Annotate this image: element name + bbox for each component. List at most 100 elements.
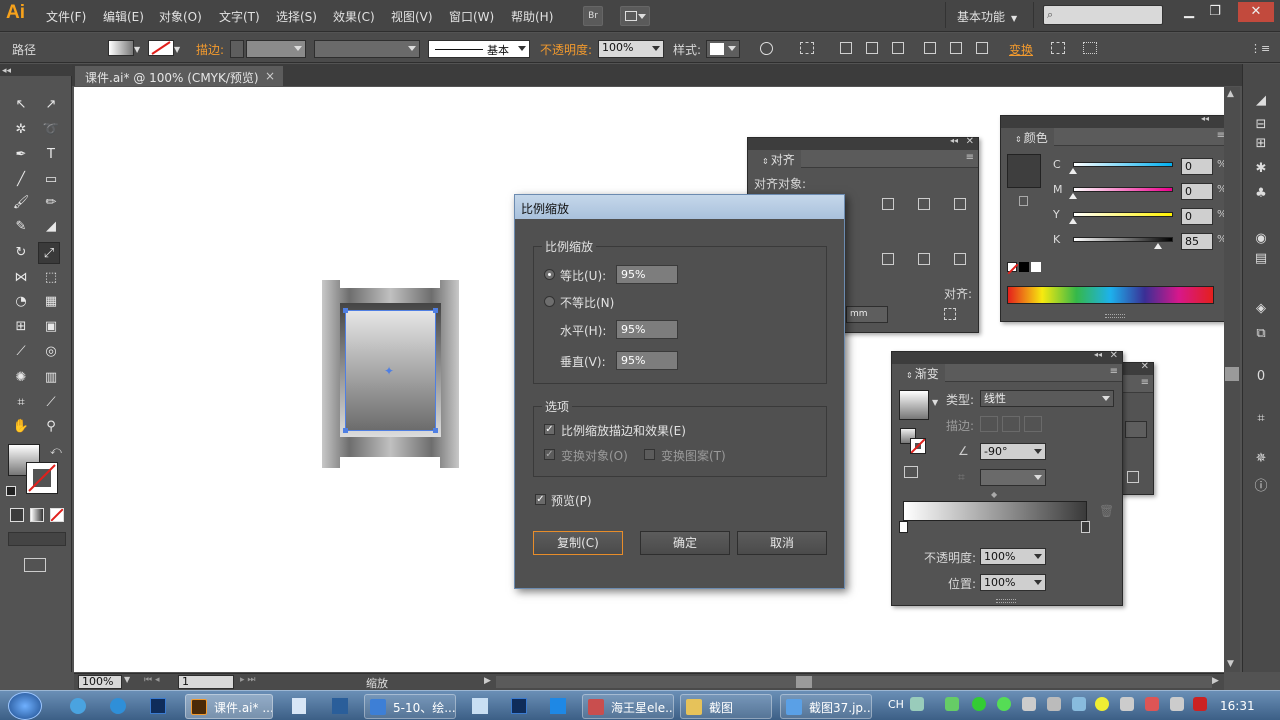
task-spreadsheet[interactable]: 海王星ele...: [582, 694, 674, 719]
photoshop-task-icon[interactable]: [511, 698, 527, 714]
lasso-tool-icon[interactable]: ➰: [40, 119, 62, 141]
default-fill-stroke-icon[interactable]: [6, 486, 16, 496]
hand-tool-icon[interactable]: ✋: [10, 416, 32, 438]
selection-tool-icon[interactable]: ↖: [10, 94, 32, 116]
delete-stop-icon[interactable]: 🗑: [1099, 504, 1114, 518]
gradient-slider[interactable]: [903, 501, 1087, 521]
info-panel-icon[interactable]: ⊟: [1252, 116, 1270, 134]
drawing-mode-buttons[interactable]: [8, 532, 66, 546]
next-artboard-icon[interactable]: ▸ ⏭: [240, 675, 255, 685]
channel-value-field[interactable]: 85: [1181, 233, 1213, 250]
channel-slider-thumb[interactable]: [1069, 218, 1077, 224]
plus-tray-icon[interactable]: [1095, 697, 1109, 711]
flag-tray-icon[interactable]: [1145, 697, 1159, 711]
tray-icon[interactable]: [1072, 697, 1086, 711]
align-middle-icon[interactable]: [950, 42, 962, 54]
opacity-dropdown[interactable]: 100%: [598, 40, 664, 58]
distribute-right-icon[interactable]: [954, 253, 966, 265]
chat-tray-icon[interactable]: [972, 697, 986, 711]
type-tool-icon[interactable]: T: [40, 144, 62, 166]
panel-menu-icon[interactable]: ≡: [966, 152, 974, 163]
gradient-preview-swatch[interactable]: [899, 390, 929, 420]
transform-panel-icon[interactable]: ⌗: [1252, 410, 1270, 428]
start-button[interactable]: [8, 692, 42, 720]
quicklaunch-icon[interactable]: [332, 698, 348, 714]
menu-view[interactable]: 视图(V): [391, 8, 433, 25]
gradient-position-field[interactable]: 100%: [980, 574, 1046, 591]
gradient-stop-end[interactable]: [1081, 521, 1090, 533]
clock[interactable]: 16:31: [1220, 699, 1255, 713]
close-window-button[interactable]: ✕: [1238, 2, 1274, 22]
volume-tray-icon[interactable]: [1170, 697, 1184, 711]
document-info-icon[interactable]: ⓘ: [1252, 478, 1270, 496]
panel-menu-icon[interactable]: ≡: [1110, 366, 1118, 377]
control-bar-menu-icon[interactable]: ⋮≡: [1250, 42, 1270, 55]
swatches-icon[interactable]: ⊞: [1252, 135, 1270, 153]
channel-slider-thumb[interactable]: [1069, 193, 1077, 199]
chat-tray-icon[interactable]: [997, 697, 1011, 711]
menu-effect[interactable]: 效果(C): [333, 8, 375, 25]
collapse-icon[interactable]: ◂◂: [950, 136, 958, 145]
spacing-field[interactable]: mm: [846, 306, 888, 323]
battery-tray-icon[interactable]: [945, 697, 959, 711]
align-to-icon[interactable]: [800, 42, 814, 54]
stroke-weight-dropdown[interactable]: [246, 40, 306, 58]
adobe-tray-icon[interactable]: [1193, 697, 1207, 711]
stroke-across-icon[interactable]: [1024, 416, 1042, 432]
pathfinder-icon[interactable]: ✵: [1252, 450, 1270, 468]
transform-objects-checkbox[interactable]: ✓: [544, 449, 555, 460]
ime-indicator[interactable]: CH: [888, 698, 904, 711]
panel-menu-icon[interactable]: ≡: [1141, 377, 1149, 388]
align-top-icon[interactable]: [924, 42, 936, 54]
align-right-icon[interactable]: [892, 42, 904, 54]
selection-handle[interactable]: [343, 308, 348, 313]
eraser-tool-icon[interactable]: ◢: [40, 216, 62, 238]
stroke-label[interactable]: 描边:: [196, 41, 224, 58]
stroke-color-box[interactable]: [26, 462, 58, 494]
pen-tool-icon[interactable]: ✒: [10, 144, 32, 166]
arrange-documents-button[interactable]: [620, 6, 650, 26]
gradient-aspect-field[interactable]: [980, 469, 1046, 486]
navigator-icon[interactable]: ◢: [1252, 92, 1270, 110]
align-bottom-icon[interactable]: [954, 198, 966, 210]
variable-width-dropdown[interactable]: [314, 40, 420, 58]
channel-value-field[interactable]: 0: [1181, 208, 1213, 225]
gradient-type-dropdown[interactable]: 线性: [980, 390, 1114, 407]
free-transform-tool-icon[interactable]: ⬚: [40, 267, 62, 289]
menu-select[interactable]: 选择(S): [276, 8, 317, 25]
task-illustrator[interactable]: 课件.ai* ...: [185, 694, 273, 719]
column-graph-tool-icon[interactable]: ▥: [40, 367, 62, 389]
tray-icon[interactable]: [1047, 697, 1061, 711]
zoom-tool-icon[interactable]: ⚲: [40, 416, 62, 438]
scroll-thumb[interactable]: [1225, 367, 1239, 381]
width-tool-icon[interactable]: ⋈: [10, 267, 32, 289]
channel-value-field[interactable]: 0: [1181, 158, 1213, 175]
chevron-down-icon[interactable]: ▼: [174, 45, 180, 54]
ok-button[interactable]: 确定: [640, 531, 730, 555]
preview-checkbox[interactable]: ✓: [535, 494, 546, 505]
selection-handle[interactable]: [343, 428, 348, 433]
opacity-label[interactable]: 不透明度:: [540, 41, 592, 58]
selection-handle[interactable]: [433, 308, 438, 313]
color-mode-icon[interactable]: [10, 508, 24, 522]
brushes-icon[interactable]: ✱: [1252, 160, 1270, 178]
brush-style-dropdown[interactable]: 基本: [428, 40, 530, 58]
selection-handle[interactable]: [433, 428, 438, 433]
stacked-panel-field[interactable]: [1125, 421, 1147, 438]
white-swatch[interactable]: [1031, 262, 1041, 272]
vertical-scrollbar[interactable]: ▲ ▼: [1224, 87, 1240, 672]
channel-slider-thumb[interactable]: [1154, 243, 1162, 249]
quicklaunch-icon[interactable]: [550, 698, 566, 714]
layers-icon[interactable]: ◈: [1252, 300, 1270, 318]
channel-slider-thumb[interactable]: [1069, 168, 1077, 174]
paintbrush-tool-icon[interactable]: 🖌: [10, 192, 32, 214]
graphic-style-dropdown[interactable]: [706, 40, 740, 58]
perspective-grid-tool-icon[interactable]: ▦: [40, 291, 62, 313]
uniform-scale-input[interactable]: 95%: [616, 265, 678, 284]
menu-edit[interactable]: 编辑(E): [103, 8, 144, 25]
menu-object[interactable]: 对象(O): [159, 8, 202, 25]
close-icon[interactable]: ✕: [1110, 350, 1118, 361]
status-menu-icon[interactable]: ▶: [484, 676, 491, 686]
horizontal-scrollbar[interactable]: [496, 676, 1212, 688]
keyboard-tray-icon[interactable]: [910, 697, 924, 711]
